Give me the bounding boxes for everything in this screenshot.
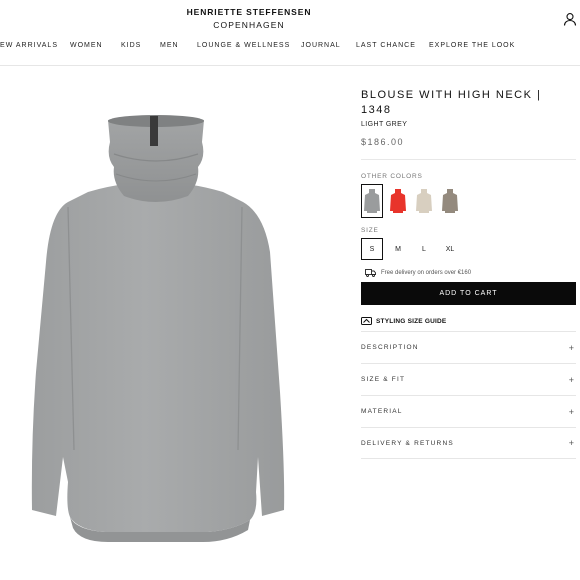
accordion-label: DESCRIPTION <box>361 344 419 351</box>
nav-item-men[interactable]: MEN <box>160 41 179 51</box>
product-title: BLOUSE WITH HIGH NECK | 1348 <box>361 89 542 116</box>
size-option-m[interactable]: M <box>387 238 409 260</box>
size-option-l[interactable]: L <box>413 238 435 260</box>
size-label: SIZE <box>361 227 379 234</box>
delivery-note-text: Free delivery on orders over €160 <box>381 270 472 276</box>
accordion-delivery-returns[interactable]: DELIVERY & RETURNS + <box>361 427 576 459</box>
color-swatch-light-grey[interactable] <box>361 184 383 218</box>
logo-city: COPENHAGEN <box>213 20 285 30</box>
color-swatch-red[interactable] <box>387 184 409 218</box>
accordion-material[interactable]: MATERIAL + <box>361 395 576 427</box>
accordion-label: MATERIAL <box>361 408 403 415</box>
size-option-s[interactable]: S <box>361 238 383 260</box>
user-icon[interactable] <box>563 12 577 26</box>
site-logo[interactable]: HENRIETTE STEFFENSEN COPENHAGEN <box>0 7 498 31</box>
nav-item-explore-the-look[interactable]: EXPLORE THE LOOK <box>429 41 515 51</box>
nav-item-kids[interactable]: KIDS <box>121 41 141 51</box>
color-swatch-taupe[interactable] <box>439 184 461 218</box>
nav-item-women[interactable]: WOMEN <box>70 41 103 51</box>
size-option-xl[interactable]: XL <box>439 238 461 260</box>
color-swatches <box>361 184 576 218</box>
other-colors-label: OTHER COLORS <box>361 173 423 180</box>
product-color-name: LIGHT GREY <box>361 121 408 128</box>
styling-size-guide-label: STYLING SIZE GUIDE <box>376 317 447 325</box>
hanger-icon <box>361 317 372 325</box>
nav-item-last-chance[interactable]: LAST CHANCE <box>356 41 416 51</box>
add-to-cart-button[interactable]: ADD TO CART <box>361 282 576 305</box>
styling-size-guide-link[interactable]: STYLING SIZE GUIDE <box>361 317 576 325</box>
color-swatch-cream[interactable] <box>413 184 435 218</box>
logo-brand: HENRIETTE STEFFENSEN <box>186 7 312 17</box>
product-price: $186.00 <box>361 137 405 147</box>
plus-icon: + <box>568 406 574 417</box>
accordion-label: SIZE & FIT <box>361 376 406 383</box>
nav-item-journal[interactable]: JOURNAL <box>301 41 341 51</box>
size-selector: S M L XL <box>361 238 576 260</box>
accordion-size-fit[interactable]: SIZE & FIT + <box>361 363 576 395</box>
nav-item-new-arrivals[interactable]: NEW ARRIVALS <box>0 41 58 51</box>
divider <box>361 159 576 160</box>
accordion-label: DELIVERY & RETURNS <box>361 439 454 447</box>
product-image[interactable] <box>28 112 286 560</box>
truck-icon <box>365 269 376 277</box>
plus-icon: + <box>568 374 574 385</box>
product-info: BLOUSE WITH HIGH NECK | 1348 LIGHT GREY … <box>361 88 576 459</box>
nav-item-lounge-wellness[interactable]: LOUNGE & WELLNESS <box>197 41 290 51</box>
main-nav: NEW ARRIVALS WOMEN KIDS MEN LOUNGE & WEL… <box>0 41 580 53</box>
plus-icon: + <box>568 342 574 353</box>
plus-icon: + <box>568 438 574 448</box>
nav-divider <box>0 65 580 66</box>
delivery-note: Free delivery on orders over €160 <box>365 269 576 277</box>
product-details-accordion: DESCRIPTION + SIZE & FIT + MATERIAL + DE… <box>361 331 576 459</box>
accordion-description[interactable]: DESCRIPTION + <box>361 331 576 363</box>
